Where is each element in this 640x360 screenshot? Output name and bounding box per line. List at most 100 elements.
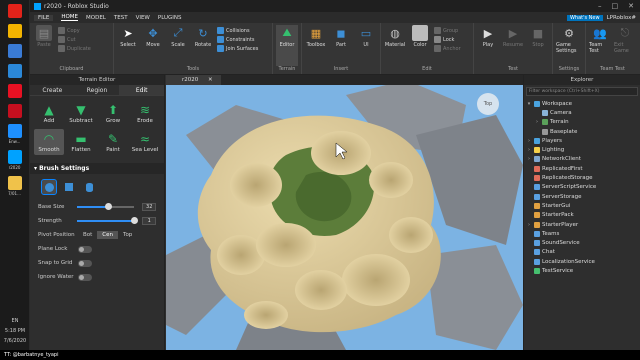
- minimize-icon[interactable]: –: [598, 2, 602, 10]
- team-test-button[interactable]: 👥 Team Test: [589, 25, 611, 66]
- whats-new-button[interactable]: What's New: [566, 14, 603, 21]
- expand-arrow-icon[interactable]: ›: [526, 138, 532, 144]
- expand-arrow-icon[interactable]: ›: [526, 147, 532, 153]
- play-button[interactable]: ▶ Play: [477, 25, 499, 66]
- plane-lock-toggle[interactable]: [78, 245, 92, 253]
- taskbar-app[interactable]: [7, 104, 22, 118]
- 3d-viewport[interactable]: Top: [166, 75, 523, 350]
- cylinder-brush-button[interactable]: [82, 180, 96, 194]
- clock-time[interactable]: 5:18 PM: [5, 328, 25, 334]
- toolbox-button[interactable]: ▦ Toolbox: [305, 25, 327, 66]
- terrain-scene[interactable]: [166, 75, 523, 350]
- base-size-value[interactable]: 32: [142, 203, 157, 211]
- pivot-bot-option[interactable]: Bot: [78, 231, 97, 239]
- explorer-item-starterpack[interactable]: StarterPack: [524, 211, 640, 220]
- tool-grow[interactable]: ⬆ Grow: [98, 100, 128, 126]
- taskbar-app[interactable]: Enw...: [1, 124, 29, 144]
- lock-button[interactable]: Lock: [434, 36, 470, 43]
- tool-paint[interactable]: ✎ Paint: [98, 129, 128, 155]
- explorer-item-serverstorage[interactable]: ServerStorage: [524, 192, 640, 201]
- stop-button[interactable]: ■ Stop: [527, 25, 549, 66]
- brush-settings-header[interactable]: ▾ Brush Settings: [30, 163, 164, 174]
- copy-button[interactable]: Copy: [58, 27, 110, 34]
- menu-view[interactable]: VIEW: [136, 15, 150, 21]
- menu-model[interactable]: MODEL: [86, 15, 106, 21]
- anchor-button[interactable]: Anchor: [434, 45, 470, 52]
- language-indicator[interactable]: EN: [12, 318, 19, 324]
- group-button[interactable]: Group: [434, 27, 470, 34]
- game-settings-button[interactable]: ⚙ Game Settings: [556, 25, 582, 66]
- duplicate-button[interactable]: Duplicate: [58, 45, 110, 52]
- pivot-top-option[interactable]: Top: [118, 231, 137, 239]
- base-size-slider[interactable]: [76, 203, 135, 210]
- user-name[interactable]: LPRoblox#: [607, 15, 636, 21]
- tab-region[interactable]: Region: [75, 85, 120, 95]
- expand-arrow-icon[interactable]: ▾: [526, 101, 532, 107]
- explorer-item-teams[interactable]: Teams: [524, 229, 640, 238]
- explorer-item-baseplate[interactable]: Baseplate: [524, 127, 640, 136]
- menu-home[interactable]: HOME: [61, 14, 79, 21]
- tool-flatten[interactable]: ▬ Flatten: [66, 129, 96, 155]
- explorer-item-serverscriptservice[interactable]: ServerScriptService: [524, 183, 640, 192]
- strength-slider[interactable]: [76, 217, 138, 224]
- expand-arrow-icon[interactable]: ›: [526, 156, 532, 162]
- scale-button[interactable]: ⤢ Scale: [167, 25, 189, 66]
- viewport-tab[interactable]: r2020 ✕: [166, 75, 221, 85]
- tool-erode[interactable]: ≋ Erode: [130, 100, 160, 126]
- tool-sea-level[interactable]: ≈ Sea Level: [130, 129, 160, 155]
- join-surfaces-toggle[interactable]: Join Surfaces: [217, 45, 269, 52]
- taskbar-app[interactable]: [7, 24, 22, 38]
- constraints-toggle[interactable]: Constraints: [217, 36, 269, 43]
- ignore-water-toggle[interactable]: [78, 273, 92, 281]
- explorer-item-networkclient[interactable]: › NetworkClient: [524, 155, 640, 164]
- terrain-editor-button[interactable]: ⛰ Editor: [276, 25, 298, 66]
- tool-add[interactable]: ▲ Add: [34, 100, 64, 126]
- menu-file[interactable]: FILE: [34, 14, 54, 21]
- explorer-item-startergui[interactable]: StarterGui: [524, 201, 640, 210]
- close-icon[interactable]: ✕: [628, 2, 634, 10]
- part-button[interactable]: ◼ Part: [330, 25, 352, 66]
- explorer-item-camera[interactable]: Camera: [524, 108, 640, 117]
- explorer-item-lighting[interactable]: › Lighting: [524, 145, 640, 154]
- taskbar-app[interactable]: 7/01...: [1, 176, 29, 196]
- tool-smooth[interactable]: ◠ Smooth: [34, 129, 64, 155]
- menu-test[interactable]: TEST: [114, 15, 128, 21]
- explorer-filter-input[interactable]: Filter workspace (Ctrl+Shift+X): [526, 87, 638, 96]
- explorer-item-workspace[interactable]: ▾ Workspace: [524, 99, 640, 108]
- menu-plugins[interactable]: PLUGINS: [158, 15, 182, 21]
- move-button[interactable]: ✥ Move: [142, 25, 164, 66]
- expand-arrow-icon[interactable]: ›: [534, 119, 540, 125]
- clock-date[interactable]: 7/6/2020: [4, 338, 26, 344]
- explorer-item-terrain[interactable]: › Terrain: [524, 118, 640, 127]
- explorer-item-chat[interactable]: Chat: [524, 248, 640, 257]
- explorer-item-players[interactable]: › Players: [524, 136, 640, 145]
- collisions-toggle[interactable]: Collisions: [217, 27, 269, 34]
- pivot-cen-option[interactable]: Cen: [97, 231, 119, 239]
- expand-arrow-icon[interactable]: ›: [526, 222, 532, 228]
- color-button[interactable]: Color: [409, 25, 431, 66]
- explorer-item-replicatedfirst[interactable]: ReplicatedFirst: [524, 164, 640, 173]
- explorer-item-starterplayer[interactable]: › StarterPlayer: [524, 220, 640, 229]
- explorer-item-soundservice[interactable]: SoundService: [524, 238, 640, 247]
- strength-value[interactable]: 1: [142, 217, 157, 225]
- exit-game-button[interactable]: ⎋ Exit Game: [614, 25, 636, 66]
- tool-subtract[interactable]: ▼ Subtract: [66, 100, 96, 126]
- cut-button[interactable]: Cut: [58, 36, 110, 43]
- explorer-item-localizationservice[interactable]: LocalizationService: [524, 257, 640, 266]
- snap-to-grid-toggle[interactable]: [78, 259, 92, 267]
- paste-button[interactable]: ▤ Paste: [33, 25, 55, 66]
- taskbar-app[interactable]: [7, 64, 22, 78]
- tab-edit[interactable]: Edit: [119, 85, 165, 95]
- taskbar-app[interactable]: [7, 4, 22, 18]
- material-button[interactable]: ◍ Material: [384, 25, 406, 66]
- tab-create[interactable]: Create: [30, 85, 75, 95]
- taskbar-app[interactable]: [7, 44, 22, 58]
- cube-brush-button[interactable]: [62, 180, 76, 194]
- maximize-icon[interactable]: □: [612, 2, 619, 10]
- taskbar-app[interactable]: [7, 84, 22, 98]
- explorer-item-testservice[interactable]: TestService: [524, 266, 640, 275]
- select-button[interactable]: ➤ Select: [117, 25, 139, 66]
- view-cube[interactable]: Top: [477, 93, 499, 115]
- resume-button[interactable]: ▶ Resume: [502, 25, 524, 66]
- ui-button[interactable]: ▭ UI: [355, 25, 377, 66]
